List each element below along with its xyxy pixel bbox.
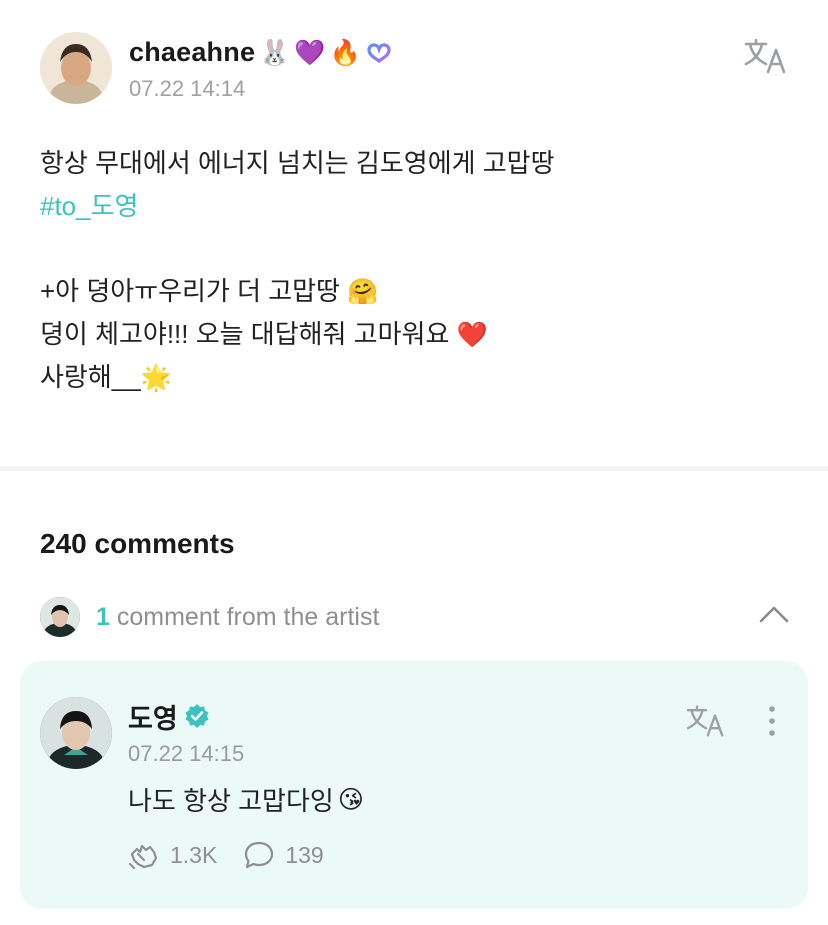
- post-body: 항상 무대에서 에너지 넘치는 김도영에게 고맙땅 #to_도영 +아 뎡아ㅠ우…: [40, 142, 790, 399]
- artist-name-row: 도영: [128, 697, 210, 736]
- post-line-text: 항상 무대에서 에너지 넘치는 김도영에게 고맙땅: [40, 148, 555, 178]
- post-line: +아 뎡아ㅠ우리가 더 고맙땅 🤗: [40, 270, 790, 313]
- reply-button[interactable]: 139: [243, 840, 324, 870]
- artist-avatar[interactable]: [40, 697, 112, 769]
- glowing-star-emoji: 🌟: [140, 362, 172, 392]
- translate-icon[interactable]: [742, 36, 790, 76]
- artist-name[interactable]: 도영: [128, 697, 178, 736]
- post-line: 항상 무대에서 에너지 넘치는 김도영에게 고맙땅: [40, 142, 790, 185]
- artist-avatar-small: [40, 597, 80, 637]
- like-count: 1.3K: [170, 841, 218, 868]
- fire-emoji: 🔥: [329, 37, 361, 67]
- artist-comment-count: 1: [96, 603, 110, 631]
- comment-actions: 1.3K 139: [128, 837, 324, 873]
- author-username[interactable]: chaeahne: [129, 37, 255, 68]
- artist-comment-toggle[interactable]: 1 comment from the artist: [40, 595, 795, 639]
- artist-comment-summary: 1 comment from the artist: [96, 603, 379, 632]
- post-line-text: 사랑해__: [40, 361, 141, 392]
- translate-icon[interactable]: [684, 703, 728, 739]
- author-avatar[interactable]: [40, 32, 112, 104]
- more-vertical-icon[interactable]: [762, 703, 782, 739]
- purple-heart-emoji: 💜: [294, 37, 326, 67]
- post-line-text: +아 뎡아ㅠ우리가 더 고맙땅: [40, 276, 340, 307]
- hugging-face-emoji: 🤗: [347, 277, 379, 307]
- comments-count: 240 comments: [40, 528, 235, 559]
- like-icon: [128, 840, 160, 870]
- chevron-up-icon[interactable]: [759, 603, 789, 625]
- post-line-text: 뎡이 체고야!!! 오늘 대답해줘 고마워요: [40, 319, 450, 350]
- comment-bubble-icon: [243, 840, 275, 870]
- red-heart-emoji: ❤️: [456, 320, 488, 350]
- verified-badge-icon: [184, 703, 210, 729]
- section-divider: [0, 466, 828, 471]
- artist-comment-card: 도영 07.22 14:15 나도 항상 고맙다잉 😘 1.3K 139: [20, 661, 808, 909]
- like-button[interactable]: 1.3K: [128, 840, 217, 870]
- post-line: 사랑해__🌟: [40, 356, 790, 399]
- weverse-logo-icon: [365, 40, 393, 64]
- post-header: chaeahne 🐰 💜 🔥 07.22 14:14: [40, 32, 790, 108]
- rabbit-emoji: 🐰: [259, 37, 291, 67]
- author-row: chaeahne 🐰 💜 🔥: [129, 32, 393, 72]
- artist-comment-timestamp: 07.22 14:15: [128, 741, 245, 766]
- post-timestamp: 07.22 14:14: [129, 76, 246, 101]
- kissing-face-emoji: 😘: [337, 785, 364, 814]
- hashtag-link[interactable]: #to_도영: [40, 191, 138, 221]
- artist-comment-text: 나도 항상 고맙다잉 😘: [128, 781, 364, 818]
- post-line: 뎡이 체고야!!! 오늘 대답해줘 고마워요 ❤️: [40, 313, 790, 356]
- reply-count: 139: [285, 841, 324, 868]
- post-line: #to_도영: [40, 185, 790, 228]
- artist-comment-label: comment from the artist: [116, 603, 380, 631]
- artist-comment-body: 나도 항상 고맙다잉: [128, 786, 334, 816]
